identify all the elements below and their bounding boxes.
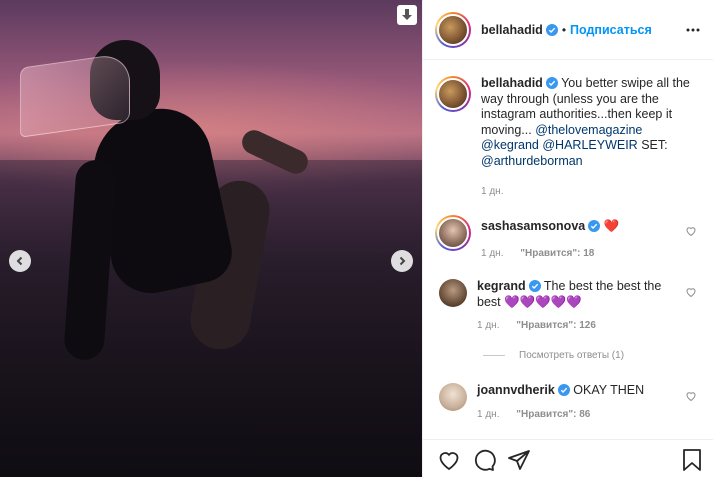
more-options-icon[interactable] [685, 22, 701, 38]
comment-item: kegrand The best the best the best 💜💜💜💜💜… [435, 279, 705, 331]
author-avatar[interactable] [435, 11, 471, 48]
follow-button[interactable]: Подписаться [570, 23, 652, 37]
post-action-bar [423, 439, 713, 477]
separator-dot: • [561, 22, 567, 37]
comment-time[interactable]: 1 дн. [481, 248, 503, 259]
commenter-avatar[interactable] [439, 383, 467, 411]
heart-icon[interactable] [685, 225, 697, 237]
view-replies-label[interactable]: Посмотреть ответы (1) [519, 350, 624, 361]
heart-icon[interactable] [685, 286, 697, 298]
comment-username[interactable]: kegrand [477, 279, 526, 293]
comment-item: sashasamsonova ❤️ 1 дн. "Нравится": 18 [435, 215, 705, 259]
replies-divider [483, 355, 505, 356]
post-header: bellahadid • Подписаться [423, 0, 713, 60]
share-icon[interactable] [507, 448, 531, 472]
heart-icon[interactable] [437, 448, 461, 472]
post-caption: bellahadid You better swipe all the way … [435, 76, 705, 197]
comment-time[interactable]: 1 дн. [477, 320, 499, 331]
comment-text: ❤️ [603, 219, 620, 233]
mention-link[interactable]: @kegrand [481, 138, 539, 152]
model-figure [20, 40, 312, 362]
comment-likes[interactable]: "Нравится": 126 [516, 320, 596, 331]
mention-link[interactable]: @arthurdeborman [481, 154, 583, 168]
commenter-avatar[interactable] [435, 215, 471, 251]
caption-author-avatar[interactable] [435, 76, 471, 112]
caption-time[interactable]: 1 дн. [481, 186, 691, 197]
comment-likes[interactable]: "Нравится": 18 [520, 248, 594, 259]
verified-badge-icon [545, 23, 558, 36]
post-photo[interactable] [0, 0, 422, 477]
verified-badge-icon [545, 77, 558, 89]
comment-text: OKAY THEN [573, 383, 645, 397]
verified-badge-icon [557, 384, 570, 396]
verified-badge-icon [588, 220, 601, 232]
caption-username[interactable]: bellahadid [481, 76, 543, 90]
caption-set-label: SET: [641, 138, 668, 152]
comment-time[interactable]: 1 дн. [477, 409, 499, 420]
chevron-left-icon[interactable] [9, 250, 31, 272]
download-icon[interactable] [397, 5, 417, 25]
view-replies-button[interactable]: Посмотреть ответы (1) [483, 350, 624, 361]
chevron-right-icon[interactable] [391, 250, 413, 272]
comment-username[interactable]: joannvdherik [477, 383, 555, 397]
commenter-avatar[interactable] [439, 279, 467, 307]
comment-item: joannvdherik OKAY THEN 1 дн. "Нравится":… [435, 383, 705, 420]
bookmark-icon[interactable] [681, 448, 703, 472]
post-side-panel: bellahadid • Подписаться bellahadid You … [422, 0, 713, 477]
comment-username[interactable]: sashasamsonova [481, 219, 585, 233]
comment-icon[interactable] [472, 448, 496, 472]
author-username[interactable]: bellahadid [481, 23, 543, 37]
comment-likes[interactable]: "Нравится": 86 [516, 409, 590, 420]
heart-icon[interactable] [685, 390, 697, 402]
mention-link[interactable]: @thelovemagazine [535, 123, 642, 137]
verified-badge-icon [528, 280, 541, 292]
mention-link[interactable]: @HARLEYWEIR [542, 138, 637, 152]
